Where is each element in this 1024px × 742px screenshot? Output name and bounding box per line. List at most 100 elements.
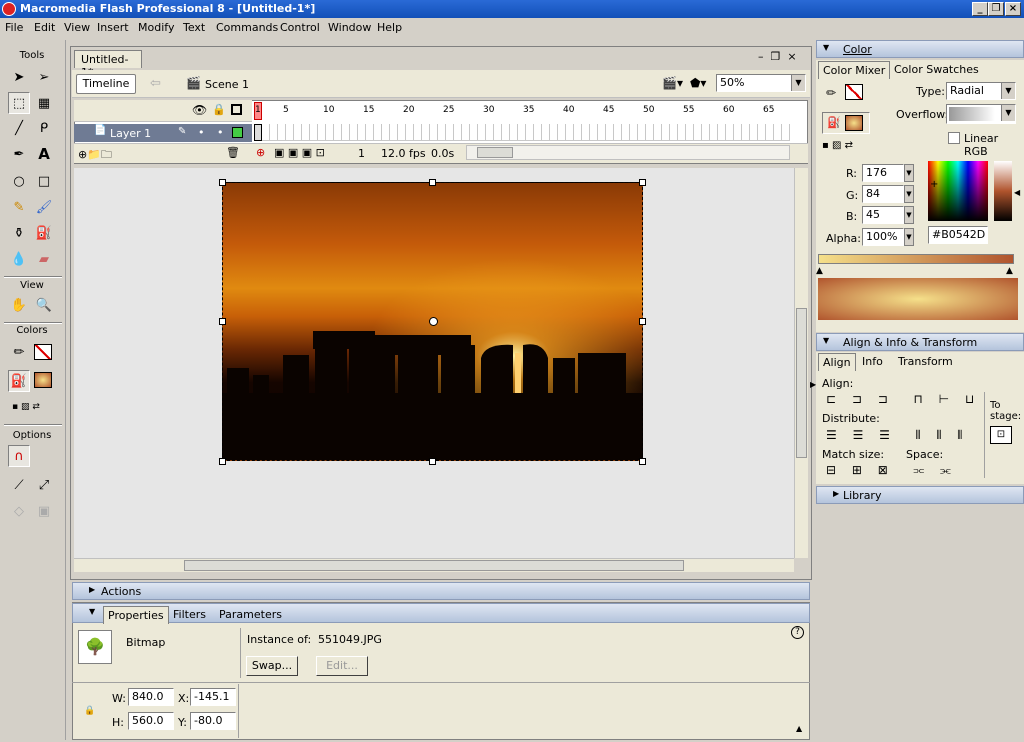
brush-tool-icon[interactable]: 🖌 [33, 196, 55, 218]
constrain-lock-icon[interactable]: 🔒 [84, 706, 95, 716]
gradient-stop-right-icon[interactable]: ▲ [1006, 266, 1013, 276]
lasso-tool-icon[interactable]: ᑭ [33, 117, 55, 139]
red-field[interactable]: 176 [862, 164, 904, 182]
ink-bottle-tool-icon[interactable]: ⚱ [8, 222, 30, 244]
transform-handle-bl[interactable] [219, 458, 226, 465]
edit-button[interactable]: Edit... [316, 656, 368, 676]
layer-row[interactable]: 📄 Layer 1 ✎ • • [74, 124, 252, 142]
center-frame-icon[interactable]: ⊕ [256, 146, 265, 159]
tab-info[interactable]: Info [858, 353, 887, 370]
tab-align[interactable]: Align [818, 353, 856, 371]
brightness-slider[interactable] [994, 161, 1012, 221]
blue-dropdown-icon[interactable]: ▼ [904, 206, 914, 224]
free-transform-tool-icon[interactable]: ⬚ [8, 92, 30, 114]
swap-colors-icons[interactable]: ▪ ▨ ⇄ [12, 402, 60, 414]
height-field[interactable]: 560.0 [128, 712, 174, 730]
outline-color-box[interactable] [232, 127, 243, 138]
envelope-icon[interactable]: ▣ [33, 500, 55, 522]
tab-color-swatches[interactable]: Color Swatches [890, 61, 983, 78]
hex-field[interactable]: #B0542D [928, 226, 988, 244]
blue-field[interactable]: 45 [862, 206, 904, 224]
menu-commands[interactable]: Commands [216, 21, 278, 34]
fill-selector[interactable]: ⛽ [822, 112, 870, 134]
menu-modify[interactable]: Modify [138, 21, 174, 34]
stage-vscroll-thumb[interactable] [796, 308, 807, 458]
oval-tool-icon[interactable]: ○ [8, 170, 30, 192]
distort-icon[interactable]: ◇ [8, 500, 30, 522]
eyedropper-tool-icon[interactable]: 💧 [8, 248, 30, 270]
linear-rgb-checkbox[interactable] [948, 132, 960, 144]
menu-file[interactable]: File [5, 21, 23, 34]
stroke-swatch[interactable] [845, 84, 863, 100]
width-field[interactable]: 840.0 [128, 688, 174, 706]
help-icon[interactable]: ? [791, 626, 804, 639]
transform-handle-tl[interactable] [219, 179, 226, 186]
selection-tool-icon[interactable]: ➤ [8, 66, 30, 88]
color-mode-icons[interactable]: ▪ ▨ ⇄ [822, 140, 853, 151]
distribute-buttons[interactable]: ☰ ☰ ☰ ⫴ ⫴ ⫴ [826, 428, 968, 443]
hand-tool-icon[interactable]: ✋ [8, 294, 30, 316]
lock-dot[interactable]: • [217, 126, 224, 139]
align-buttons[interactable]: ⊏ ⊐ ⊐ ⊓ ⊢ ⊔ [826, 392, 980, 406]
stroke-color-swatch[interactable] [34, 344, 52, 360]
align-panel-header[interactable]: ▼ Align & Info & Transform [816, 333, 1024, 351]
tab-parameters[interactable]: Parameters [215, 606, 286, 623]
transform-handle-br[interactable] [639, 458, 646, 465]
fill-type-select[interactable]: Radial ▼ [946, 82, 1016, 100]
y-field[interactable]: -80.0 [190, 712, 236, 730]
stage-hscroll[interactable] [74, 558, 794, 572]
document-tab[interactable]: Untitled-1* [74, 50, 142, 79]
gradient-transform-tool-icon[interactable]: ▦ [33, 92, 55, 114]
transform-handle-l[interactable] [219, 318, 226, 325]
tab-color-mixer[interactable]: Color Mixer [818, 61, 891, 79]
brightness-arrow-icon[interactable]: ◀ [1014, 188, 1020, 197]
gradient-stop-left-icon[interactable]: ▲ [816, 266, 823, 276]
menu-text[interactable]: Text [183, 21, 205, 34]
color-spectrum[interactable]: + [928, 161, 988, 221]
edit-symbols-icon[interactable]: ⬟▾ [690, 76, 706, 90]
timeline-scroll-thumb[interactable] [477, 147, 513, 158]
green-field[interactable]: 84 [862, 185, 904, 203]
alpha-field[interactable]: 100% [862, 228, 904, 246]
transform-handle-tr[interactable] [639, 179, 646, 186]
tab-filters[interactable]: Filters [169, 606, 210, 623]
menu-control[interactable]: Control [280, 21, 320, 34]
menu-insert[interactable]: Insert [97, 21, 129, 34]
edit-scene-icon[interactable]: 🎬▾ [662, 76, 683, 90]
paint-bucket-tool-icon[interactable]: ⛽ [33, 222, 55, 244]
frame-cells[interactable] [254, 124, 790, 141]
eraser-tool-icon[interactable]: ▰ [33, 248, 55, 270]
onion-skin-icons[interactable]: ▣ ▣ ▣ ⊡ [274, 146, 325, 159]
alpha-dropdown-icon[interactable]: ▼ [904, 228, 914, 246]
pencil-tool-icon[interactable]: ✎ [8, 196, 30, 218]
close-button[interactable]: × [1005, 2, 1021, 16]
collapse-arrow-icon[interactable]: ▼ [89, 607, 95, 616]
stroke-color-icon[interactable]: ✏ [8, 341, 30, 363]
timeline-toggle-button[interactable]: Timeline [76, 74, 136, 94]
line-tool-icon[interactable]: ╱ [8, 117, 30, 139]
eye-icon[interactable]: 👁 [192, 103, 207, 117]
fill-color-swatch[interactable] [34, 372, 52, 388]
rotate-skew-icon[interactable]: ⟋ [8, 474, 30, 496]
zoom-select[interactable]: 50% ▼ [716, 74, 806, 92]
x-field[interactable]: -145.1 [190, 688, 236, 706]
timeline-hscroll[interactable] [466, 145, 790, 160]
back-arrow-icon[interactable]: ⇦ [150, 76, 161, 91]
green-dropdown-icon[interactable]: ▼ [904, 185, 914, 203]
overflow-select[interactable]: ▼ [946, 104, 1016, 124]
snap-to-objects-icon[interactable]: ∩ [8, 445, 30, 467]
library-panel-header[interactable]: ▶ Library [816, 486, 1024, 504]
menu-view[interactable]: View [64, 21, 90, 34]
actions-panel-header[interactable]: ▶ Actions [72, 582, 810, 600]
pen-tool-icon[interactable]: ✒ [8, 143, 30, 165]
minimize-button[interactable]: _ [972, 2, 988, 16]
to-stage-button[interactable]: ⊡ [990, 426, 1012, 444]
tab-transform[interactable]: Transform [894, 353, 957, 370]
transform-handle-r[interactable] [639, 318, 646, 325]
visible-dot[interactable]: • [198, 126, 205, 139]
zoom-tool-icon[interactable]: 🔍 [33, 294, 55, 316]
transform-pivot[interactable] [429, 317, 438, 326]
delete-layer-icon[interactable]: 🗑 [226, 146, 240, 159]
stroke-pencil-icon[interactable]: ✏ [826, 86, 836, 100]
menu-edit[interactable]: Edit [34, 21, 55, 34]
